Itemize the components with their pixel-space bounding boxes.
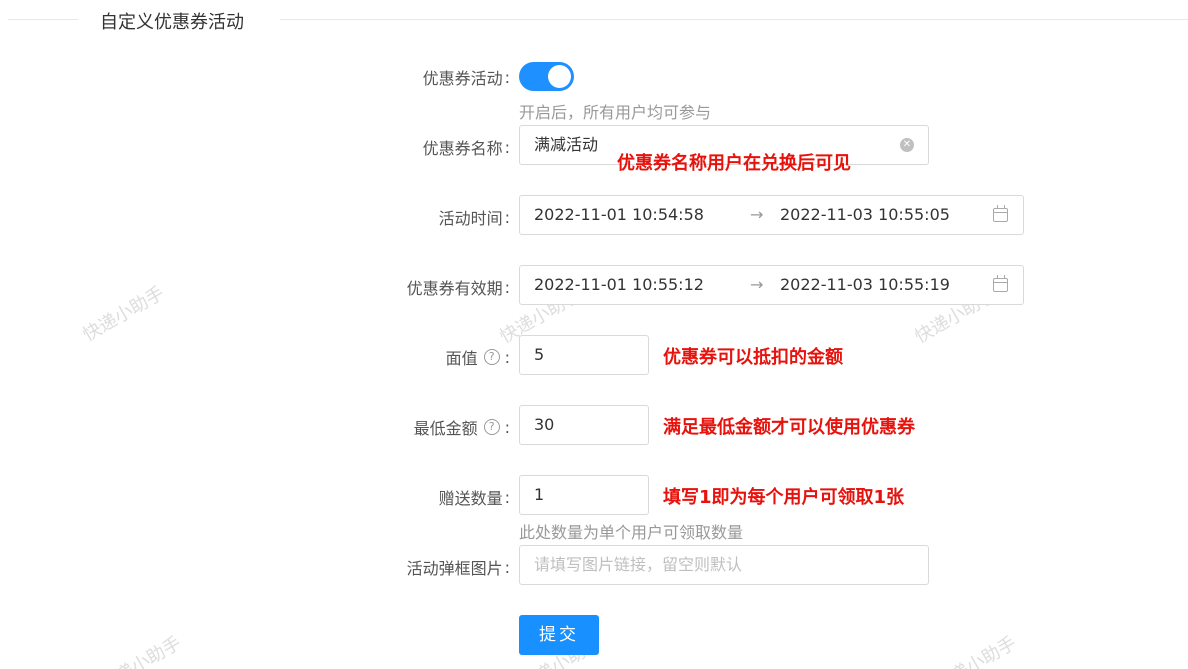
range-arrow-icon: → <box>750 275 764 294</box>
validity-end: 2022-11-03 10:55:19 <box>780 275 950 294</box>
name-annotation: 优惠券名称用户在兑换后可见 <box>617 153 851 174</box>
min-amount-annotation: 满足最低金额才可以使用优惠券 <box>663 417 915 438</box>
section-header: 自定义优惠券活动 <box>0 0 1188 40</box>
form-row-popup-image: 活动弹框图片: 请填写图片链接，留空则默认 <box>0 545 1188 585</box>
section-title: 自定义优惠券活动 <box>100 12 244 33</box>
gift-count-label: 赠送数量: <box>438 487 510 509</box>
divider-right <box>280 19 1188 20</box>
help-icon[interactable]: ? <box>483 349 500 365</box>
face-value-annotation: 优惠券可以抵扣的金额 <box>663 347 843 368</box>
gift-count-hint: 此处数量为单个用户可领取数量 <box>519 523 744 542</box>
validity-range-picker[interactable]: 2022-11-01 10:55:12 → 2022-11-03 10:55:1… <box>519 265 1024 305</box>
switch-hint: 开启后，所有用户均可参与 <box>519 103 712 122</box>
form-row-activity-time: 活动时间: 2022-11-01 10:54:58 → 2022-11-03 1… <box>0 195 1188 235</box>
validity-label: 优惠券有效期: <box>406 277 510 299</box>
face-value-label: 面值 ? : <box>445 347 510 369</box>
form-row-min-amount: 最低金额 ? : 30 <box>0 405 1188 445</box>
switch-label: 优惠券活动: <box>422 67 510 89</box>
popup-image-label: 活动弹框图片: <box>406 557 510 579</box>
calendar-icon[interactable] <box>993 205 1008 222</box>
face-value-input[interactable]: 5 <box>519 335 649 375</box>
gift-count-annotation: 填写1即为每个用户可领取1张 <box>663 487 905 508</box>
help-icon[interactable]: ? <box>483 419 500 435</box>
divider-left <box>8 19 78 20</box>
validity-start: 2022-11-01 10:55:12 <box>534 275 704 294</box>
form-row-validity: 优惠券有效期: 2022-11-01 10:55:12 → 2022-11-03… <box>0 265 1188 305</box>
clear-icon[interactable]: ✕ <box>900 138 914 152</box>
name-label: 优惠券名称: <box>422 137 510 159</box>
watermark: 快递小助手 <box>931 632 1020 669</box>
watermark: 快递小助手 <box>96 632 185 669</box>
form-row-name: 优惠券名称: 满减活动 ✕ <box>0 125 1188 165</box>
form-row-gift-count: 赠送数量: 1 <box>0 475 1188 515</box>
face-value-value: 5 <box>534 345 545 364</box>
popup-image-input[interactable]: 请填写图片链接，留空则默认 <box>519 545 929 585</box>
min-amount-input[interactable]: 30 <box>519 405 649 445</box>
calendar-icon[interactable] <box>993 275 1008 292</box>
coupon-name-value: 满减活动 <box>534 135 599 154</box>
min-amount-label: 最低金额 ? : <box>413 417 510 439</box>
form-row-switch: 优惠券活动: <box>0 56 1188 96</box>
gift-count-value: 1 <box>534 485 545 504</box>
gift-count-input[interactable]: 1 <box>519 475 649 515</box>
activity-toggle[interactable] <box>519 62 574 91</box>
activity-time-range-picker[interactable]: 2022-11-01 10:54:58 → 2022-11-03 10:55:0… <box>519 195 1024 235</box>
submit-button[interactable]: 提交 <box>519 615 599 655</box>
activity-time-start: 2022-11-01 10:54:58 <box>534 205 704 224</box>
form-row-face-value: 面值 ? : 5 <box>0 335 1188 375</box>
toggle-knob <box>548 65 571 88</box>
activity-time-end: 2022-11-03 10:55:05 <box>780 205 950 224</box>
range-arrow-icon: → <box>750 205 764 224</box>
min-amount-value: 30 <box>534 415 555 434</box>
popup-image-placeholder: 请填写图片链接，留空则默认 <box>534 555 743 574</box>
activity-time-label: 活动时间: <box>438 207 510 229</box>
